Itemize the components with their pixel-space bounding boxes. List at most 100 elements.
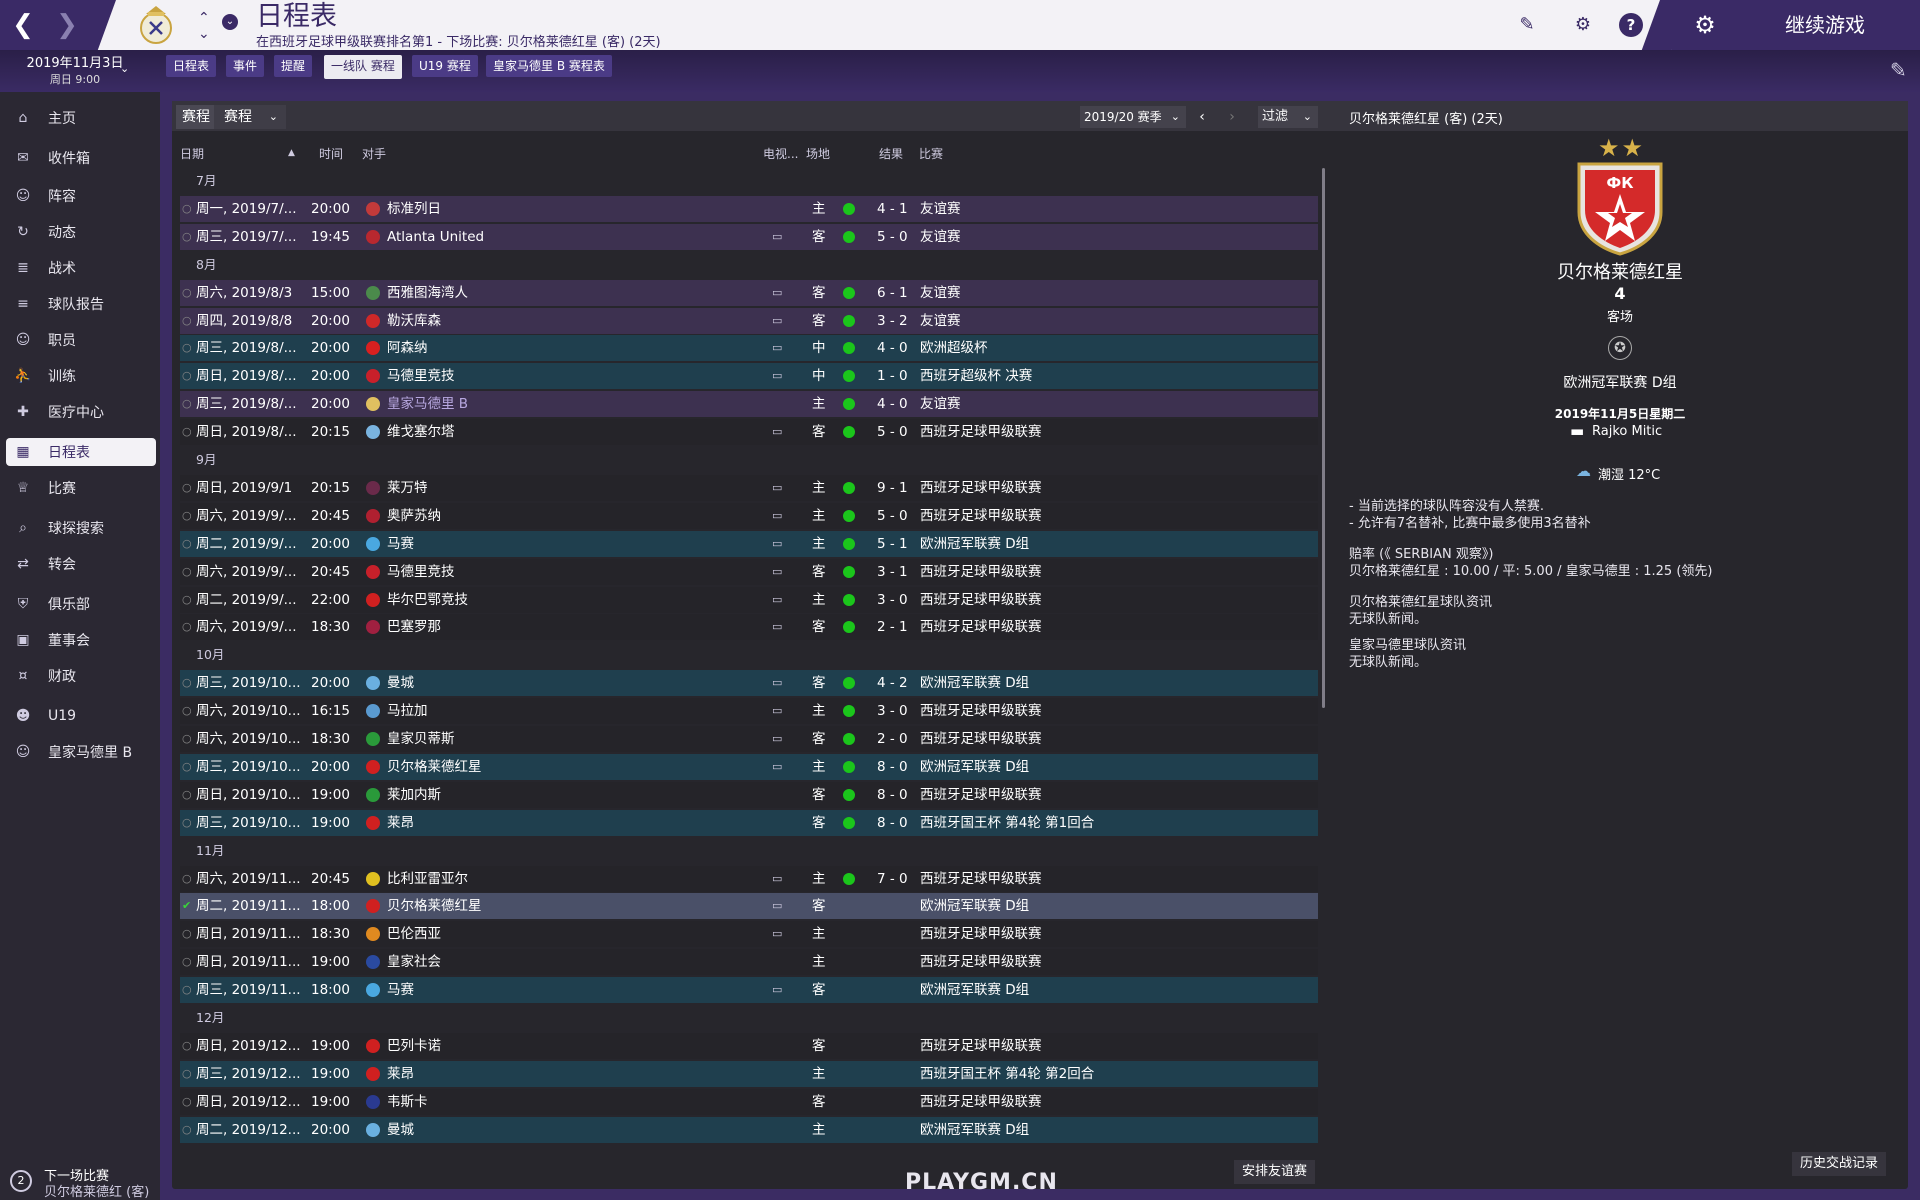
fixture-competition[interactable]: 西班牙足球甲级联赛 xyxy=(920,782,1042,808)
fixture-opponent[interactable]: 莱昂 xyxy=(387,1061,414,1087)
fixture-opponent[interactable]: 马拉加 xyxy=(387,698,428,724)
fixture-result[interactable]: 1 - 0 xyxy=(877,363,908,389)
fixture-competition[interactable]: 欧洲冠军联赛 D组 xyxy=(920,977,1029,1003)
fixture-opponent[interactable]: 维戈塞尔塔 xyxy=(387,419,455,445)
fixture-competition[interactable]: 西班牙足球甲级联赛 xyxy=(920,866,1042,892)
fixture-row[interactable]: ○ 周三, 2019/8/... 20:00 皇家马德里 B 主 4 - 0 友谊赛 xyxy=(180,391,1318,418)
prev-season-button[interactable]: ‹ xyxy=(1192,106,1212,128)
fixture-opponent[interactable]: 皇家马德里 B xyxy=(387,391,468,417)
fixture-result[interactable]: 5 - 0 xyxy=(877,419,908,445)
tab-first-team-fixtures[interactable]: 一线队 赛程 xyxy=(324,55,402,79)
fixture-competition[interactable]: 西班牙足球甲级联赛 xyxy=(920,419,1042,445)
fixture-row[interactable]: ○ 周日, 2019/8/... 20:00 马德里竞技 ▭ 中 1 - 0 西班牙超级杯 决… xyxy=(180,363,1318,390)
fixture-row[interactable]: ○ 周三, 2019/11... 18:00 马赛 ▭ 客 欧洲冠军联赛 D组 xyxy=(180,977,1318,1004)
fixture-row[interactable]: ○ 周三, 2019/10... 19:00 莱昂 客 8 - 0 西班牙国王杯 第4轮 第… xyxy=(180,809,1318,836)
sidebar-item-staff[interactable]: ☺ 职员 xyxy=(6,326,156,354)
fixture-competition[interactable]: 欧洲冠军联赛 D组 xyxy=(920,754,1029,780)
fixture-row[interactable]: ○ 周六, 2019/10... 16:15 马拉加 ▭ 主 3 - 0 西班牙足球甲级联赛 xyxy=(180,698,1318,725)
fixture-opponent[interactable]: 巴塞罗那 xyxy=(387,614,441,640)
fixture-row[interactable]: ○ 周三, 2019/10... 20:00 曼城 ▭ 客 4 - 2 欧洲冠军联赛 D组 xyxy=(180,670,1318,697)
page-subtitle[interactable]: 在西班牙足球甲级联赛排名第1 - 下场比赛: 贝尔格莱德红星 (客) (2天) xyxy=(256,31,661,50)
fixture-opponent[interactable]: 莱昂 xyxy=(387,810,414,836)
fixture-opponent[interactable]: 皇家贝蒂斯 xyxy=(387,726,455,752)
fixture-result[interactable]: 3 - 0 xyxy=(877,587,908,613)
sidebar-item-shield[interactable]: ⛨ 俱乐部 xyxy=(6,590,156,618)
fixture-opponent[interactable]: 贝尔格莱德红星 xyxy=(387,754,482,780)
fixture-competition[interactable]: 西班牙超级杯 决赛 xyxy=(920,363,1032,389)
fixture-result[interactable]: 8 - 0 xyxy=(877,754,908,780)
fixture-result[interactable]: 4 - 2 xyxy=(877,670,908,696)
sidebar-item-finance[interactable]: ¤ 财政 xyxy=(6,662,156,690)
arrange-friendly-button[interactable]: 安排友谊赛 xyxy=(1234,1160,1316,1184)
col-tv[interactable]: 电视... xyxy=(763,145,798,162)
opponent-name[interactable]: 贝尔格莱德红星 xyxy=(1340,258,1900,284)
fixture-competition[interactable]: 西班牙足球甲级联赛 xyxy=(920,587,1042,613)
sidebar-item-search[interactable]: ⌕ 球探搜索 xyxy=(6,514,156,542)
fixture-competition[interactable]: 西班牙足球甲级联赛 xyxy=(920,614,1042,640)
fixture-competition[interactable]: 友谊赛 xyxy=(920,308,961,334)
col-opponent[interactable]: 对手 xyxy=(362,145,386,162)
tab-reserve-fixtures[interactable]: 皇家马德里 B 赛程表 xyxy=(486,55,612,77)
fixture-result[interactable]: 5 - 1 xyxy=(877,531,908,557)
continue-button[interactable]: 继续游戏 xyxy=(1745,9,1905,41)
fixture-competition[interactable]: 西班牙足球甲级联赛 xyxy=(920,503,1042,529)
col-date[interactable]: 日期 xyxy=(180,145,204,162)
fixture-competition[interactable]: 欧洲冠军联赛 D组 xyxy=(920,893,1029,919)
fixture-result[interactable]: 3 - 0 xyxy=(877,698,908,724)
fixture-opponent[interactable]: 西雅图海湾人 xyxy=(387,280,468,306)
fixture-competition[interactable]: 西班牙国王杯 第4轮 第1回合 xyxy=(920,810,1094,836)
fixture-row[interactable]: ○ 周六, 2019/9/... 20:45 马德里竞技 ▭ 客 3 - 1 西班牙足球甲级联… xyxy=(180,558,1318,585)
sidebar-item-medical[interactable]: ✚ 医疗中心 xyxy=(6,398,156,426)
history-button[interactable]: 历史交战记录 xyxy=(1792,1152,1887,1176)
fixture-opponent[interactable]: 贝尔格莱德红星 xyxy=(387,893,482,919)
fixture-opponent[interactable]: 皇家社会 xyxy=(387,949,441,975)
fixture-competition[interactable]: 友谊赛 xyxy=(920,224,961,250)
fixture-row[interactable]: ○ 周二, 2019/12... 20:00 曼城 主 欧洲冠军联赛 D组 xyxy=(180,1116,1318,1143)
fixture-result[interactable]: 8 - 0 xyxy=(877,782,908,808)
fixture-result[interactable]: 3 - 2 xyxy=(877,308,908,334)
fixture-competition[interactable]: 西班牙足球甲级联赛 xyxy=(920,698,1042,724)
fixture-result[interactable]: 2 - 0 xyxy=(877,726,908,752)
fixture-competition[interactable]: 西班牙足球甲级联赛 xyxy=(920,921,1042,947)
sidebar-item-reserve[interactable]: ☺ 皇家马德里 B xyxy=(6,738,156,766)
filter-select[interactable]: 过滤 ⌄ xyxy=(1258,106,1318,128)
fixture-competition[interactable]: 友谊赛 xyxy=(920,391,961,417)
fixture-competition[interactable]: 欧洲冠军联赛 D组 xyxy=(920,1117,1029,1143)
col-competition[interactable]: 比赛 xyxy=(919,145,943,162)
sidebar-item-squad[interactable]: ☺ 阵容 xyxy=(6,182,156,210)
col-result[interactable]: 结果 xyxy=(879,145,903,162)
fixture-result[interactable]: 7 - 0 xyxy=(877,866,908,892)
fixture-competition[interactable]: 西班牙足球甲级联赛 xyxy=(920,1033,1042,1059)
fixture-row[interactable]: ○ 周日, 2019/10... 19:00 莱加内斯 客 8 - 0 西班牙足球甲级联赛 xyxy=(180,781,1318,808)
fixture-competition[interactable]: 西班牙国王杯 第4轮 第2回合 xyxy=(920,1061,1094,1087)
fixture-row[interactable]: ○ 周六, 2019/8/3 15:00 西雅图海湾人 ▭ 客 6 - 1 友谊赛 xyxy=(180,279,1318,306)
edit-icon[interactable]: ✎ xyxy=(1890,58,1907,82)
pencil-icon[interactable]: ✎ xyxy=(1514,12,1540,38)
fixture-result[interactable]: 4 - 1 xyxy=(877,196,908,222)
forward-arrow-icon[interactable]: ❯ xyxy=(50,8,84,42)
fixture-row[interactable]: ○ 周二, 2019/9/... 20:00 马赛 ▭ 主 5 - 1 欧洲冠军联赛 D组 xyxy=(180,530,1318,557)
fixture-row[interactable]: ○ 周三, 2019/8/... 20:00 阿森纳 ▭ 中 4 - 0 欧洲超级杯 xyxy=(180,335,1318,362)
tab-reminders[interactable]: 提醒 xyxy=(274,55,313,77)
col-venue[interactable]: 场地 xyxy=(806,145,830,162)
fixture-opponent[interactable]: 比利亚雷亚尔 xyxy=(387,866,468,892)
fixture-row[interactable]: ○ 周日, 2019/12... 19:00 韦斯卡 客 西班牙足球甲级联赛 xyxy=(180,1088,1318,1115)
fixture-opponent[interactable]: 曼城 xyxy=(387,670,414,696)
updown-icon[interactable]: ⌃ ⌄ xyxy=(198,10,210,42)
next-season-button[interactable]: › xyxy=(1222,106,1242,128)
fixture-competition[interactable]: 西班牙足球甲级联赛 xyxy=(920,559,1042,585)
fixture-result[interactable]: 4 - 0 xyxy=(877,391,908,417)
fixture-result[interactable]: 4 - 0 xyxy=(877,335,908,361)
date-chevron-icon[interactable]: ⌄ xyxy=(120,62,129,75)
brain-icon[interactable]: ⚙ xyxy=(1570,12,1596,38)
fixture-result[interactable]: 2 - 1 xyxy=(877,614,908,640)
sidebar-item-board[interactable]: ▣ 董事会 xyxy=(6,626,156,654)
list-scrollbar[interactable] xyxy=(1322,168,1325,708)
fixture-competition[interactable]: 欧洲冠军联赛 D组 xyxy=(920,531,1029,557)
fixture-row[interactable]: ○ 周四, 2019/8/8 20:00 勒沃库森 ▭ 客 3 - 2 友谊赛 xyxy=(180,307,1318,334)
fixture-opponent[interactable]: 巴列卡诺 xyxy=(387,1033,441,1059)
next-match-widget[interactable]: 2 下一场比赛 贝尔格莱德红 (客) xyxy=(0,1158,160,1200)
match-competition[interactable]: 欧洲冠军联赛 D组 xyxy=(1340,372,1900,392)
sidebar-item-transfer[interactable]: ⇄ 转会 xyxy=(6,550,156,578)
fixture-opponent[interactable]: 标准列日 xyxy=(387,196,441,222)
